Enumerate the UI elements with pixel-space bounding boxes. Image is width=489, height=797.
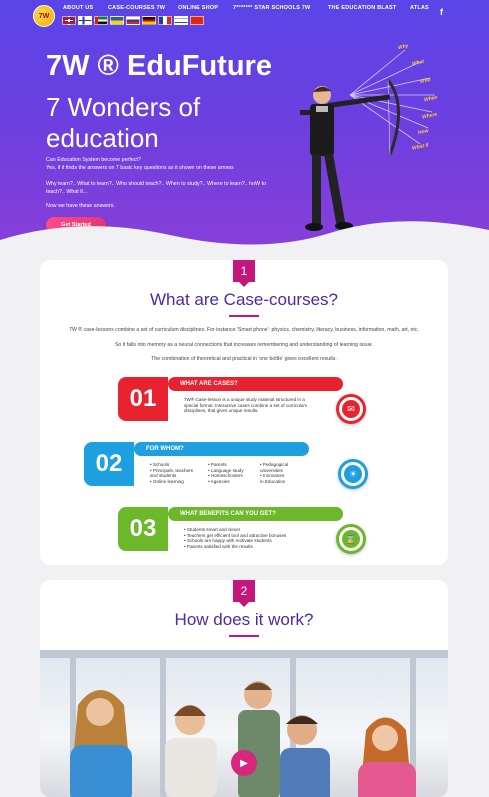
- play-video-button[interactable]: ▶: [231, 750, 257, 776]
- audience-column-3: • Pedagogical universities • Innovators …: [260, 462, 310, 484]
- list-item: • Online learning: [150, 478, 184, 484]
- section-title: How does it work?: [174, 610, 314, 629]
- list-item: • Agencies: [208, 478, 230, 484]
- nav-education-blast[interactable]: THE EDUCATION BLAST: [328, 5, 396, 11]
- section-title: What are Case-courses?: [149, 290, 339, 309]
- lightbulb-icon: ☀: [338, 459, 368, 489]
- nav-about[interactable]: ABOUT US: [63, 5, 93, 11]
- audience-column-2: • Parents • Language study • Homeschoole…: [208, 462, 258, 484]
- flag-uae-icon[interactable]: [94, 16, 108, 25]
- row-number: 01: [118, 377, 168, 421]
- case-courses-card: 1 What are Case-courses? 7W ® case-lesso…: [40, 260, 448, 565]
- flag-china-icon[interactable]: [190, 16, 204, 25]
- chat-bubbles-icon: ✉: [336, 394, 366, 424]
- hero-question-line2: Yes, if it finds the answers on 7 basic …: [46, 164, 234, 171]
- hero-question-line1: Can Education System become perfect?: [46, 157, 141, 163]
- how-it-works-card: 2 How does it work? ▶: [40, 580, 448, 797]
- facebook-icon[interactable]: f: [440, 7, 443, 17]
- nav-online-shop[interactable]: ONLINE SHOP: [178, 5, 218, 11]
- flag-ukraine-icon[interactable]: [110, 16, 124, 25]
- row-heading: WHAT ARE CASES?: [168, 377, 343, 391]
- hero-why-text: Why learn?.. What to learn?.. Who should…: [46, 181, 266, 195]
- flag-france-icon[interactable]: [158, 16, 172, 25]
- hero-subtitle: 7 Wonders of education: [46, 92, 201, 153]
- nav-star-schools[interactable]: 7******* STAR SCHOOLS 7W: [233, 5, 310, 11]
- list-item: • Parents satisfied with the results: [184, 543, 253, 549]
- section-badge: 1: [233, 260, 255, 287]
- hero-question: Can Education System become perfect? Yes…: [46, 157, 276, 172]
- benefits-list: • Students smart and clever • Teachers g…: [184, 527, 344, 549]
- flag-finland-icon[interactable]: [78, 16, 92, 25]
- flag-uk-icon[interactable]: [62, 16, 76, 25]
- section-badge: 2: [233, 580, 255, 607]
- intro-paragraph-3: The combination of theoretical and pract…: [151, 356, 337, 362]
- students-video-thumbnail[interactable]: ▶: [40, 650, 448, 797]
- info-row-benefits: 03 WHAT BENEFITS CAN YOU GET? • Students…: [118, 505, 373, 560]
- flag-germany-icon[interactable]: [142, 16, 156, 25]
- flag-israel-icon[interactable]: [174, 16, 188, 25]
- language-flags: [62, 16, 204, 25]
- hourglass-icon: ⌛: [336, 524, 366, 554]
- title-underline: [229, 635, 259, 637]
- row-description: 7W® Case-lesson is a unique study materi…: [184, 397, 308, 414]
- hero-section: 7W ABOUT US CASE-COURSES 7W ONLINE SHOP …: [0, 0, 489, 260]
- hero-title: 7W ® EduFuture: [46, 50, 272, 82]
- info-row-what-are-cases: 01 WHAT ARE CASES? 7W® Case-lesson is a …: [118, 375, 373, 430]
- nav-case-courses[interactable]: CASE-COURSES 7W: [108, 5, 165, 11]
- list-item: in Education: [260, 478, 286, 484]
- intro-paragraph-1: 7W ® case-lessons combine a set of curri…: [69, 327, 419, 333]
- row-heading: WHAT BENEFITS CAN YOU GET?: [168, 507, 343, 521]
- row-number: 03: [118, 507, 168, 551]
- title-underline: [229, 315, 259, 317]
- hero-wave-divider: [0, 221, 489, 260]
- info-row-for-whom: 02 FOR WHOM? • Schools • Principals, tea…: [84, 440, 384, 495]
- audience-column-1: • Schools • Principals, teachers and stu…: [150, 462, 205, 484]
- row-number: 02: [84, 442, 134, 486]
- flag-russia-icon[interactable]: [126, 16, 140, 25]
- intro-paragraph-2: So it falls into memory as a neural conn…: [114, 342, 374, 348]
- row-heading: FOR WHOM?: [134, 442, 309, 456]
- nav-atlas[interactable]: ATLAS: [410, 5, 429, 11]
